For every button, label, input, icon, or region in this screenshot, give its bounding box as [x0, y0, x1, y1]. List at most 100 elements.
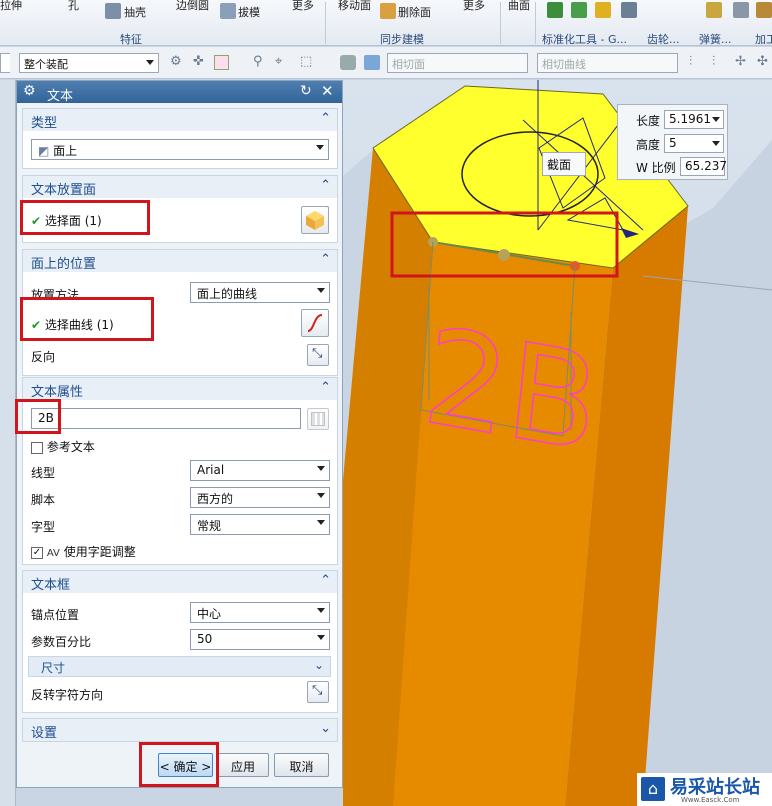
gear-icon[interactable]: ⚙ [23, 83, 36, 99]
style-label: 字型 [31, 520, 56, 534]
settings-header[interactable]: 设置 ⌄ [23, 719, 337, 741]
chevron-up-icon: ⌃ [320, 573, 331, 588]
ok-button[interactable]: < 确定 > [158, 753, 213, 777]
position-header[interactable]: 面上的位置 ⌃ [23, 250, 337, 272]
std-tool-icon[interactable] [547, 2, 563, 18]
ribbon-delete-face[interactable]: 删除面 [398, 4, 431, 20]
check-icon: ✔ [31, 214, 42, 228]
ribbon-more-2[interactable]: 更多 [463, 0, 485, 13]
shell-icon[interactable] [105, 3, 121, 19]
anchor-dropdown[interactable]: 中心 [190, 602, 330, 623]
face-select-icon[interactable] [340, 55, 356, 70]
anchor-label: 锚点位置 [31, 608, 80, 622]
dimension-popup: 长度 5.1961 高度 5 W 比例 65.237 [617, 104, 728, 180]
line-type-dropdown[interactable]: Arial [190, 460, 330, 481]
wscale-field[interactable]: 65.237 [680, 157, 727, 176]
graphics-viewport[interactable]: 2B [83, 80, 772, 806]
kerning-checkbox[interactable]: ✓ [31, 546, 43, 559]
ribbon-hole[interactable]: 孔 [68, 0, 79, 13]
reverse-dir-label: 反转字符方向 [31, 688, 104, 702]
text-input[interactable]: 2B [31, 408, 301, 429]
snap-icon[interactable]: ✜ [193, 54, 204, 69]
size-subsection[interactable]: 尺寸 ⌄ [28, 656, 331, 677]
section-label[interactable]: 截面 [542, 152, 586, 176]
ribbon-move-face[interactable]: 移动面 [338, 0, 371, 13]
std-tool-icon[interactable] [621, 2, 637, 18]
type-section: 类型 ⌃ ◩ 面上 [22, 108, 338, 169]
line-type-label: 线型 [31, 466, 56, 480]
ribbon-shell[interactable]: 抽壳 [124, 4, 146, 20]
std-tool-icon[interactable] [595, 2, 611, 18]
script-dropdown[interactable]: 西方的 [190, 487, 330, 508]
group-feature: 特征 [120, 33, 142, 46]
delete-face-icon[interactable] [380, 3, 396, 19]
curve-select-button[interactable] [301, 309, 329, 337]
chevron-down-icon [317, 493, 325, 498]
settings-title: 设置 [31, 726, 58, 741]
snap-icon[interactable]: ⌖ [275, 54, 282, 69]
close-icon[interactable]: ✕ [321, 82, 334, 100]
snap-point-icon[interactable]: ✢ [735, 54, 746, 69]
ref-text-row[interactable]: 参考文本 [31, 438, 95, 455]
assembly-filter-combo[interactable]: 整个装配 [19, 53, 159, 73]
chevron-down-icon [317, 288, 325, 293]
type-filter-combo[interactable] [0, 53, 10, 73]
snap-point-icon[interactable]: ✣ [757, 54, 768, 69]
text-frame-section: 文本框 ⌃ 锚点位置 中心 参数百分比 50 尺寸 ⌄ 反转字符方向 ⤡ [22, 570, 338, 713]
length-field[interactable]: 5.1961 [664, 110, 724, 129]
chevron-up-icon: ⌃ [320, 111, 331, 126]
reverse-button[interactable]: ⤡ [307, 344, 329, 366]
machining-icon[interactable] [756, 2, 772, 18]
type-section-header[interactable]: 类型 ⌃ [23, 109, 337, 131]
style-dropdown[interactable]: 常规 [190, 514, 330, 535]
chevron-down-icon [317, 635, 325, 640]
type-dropdown[interactable]: ◩ 面上 [31, 139, 329, 160]
text-frame-header[interactable]: 文本框 ⌃ [23, 571, 337, 593]
dialog-titlebar[interactable]: ⚙ 文本 ↻ ✕ [17, 81, 342, 104]
ribbon-surface[interactable]: 曲面 [508, 0, 530, 13]
std-tool-icon[interactable] [571, 2, 587, 18]
reverse-direction-icon: ⤡ [312, 683, 323, 698]
curve-rule-combo[interactable]: 相切曲线 [537, 53, 678, 73]
method-dropdown[interactable]: 面上的曲线 [190, 282, 330, 303]
style-value: 常规 [197, 519, 222, 533]
ribbon-extrude[interactable]: 拉伸 [0, 0, 22, 13]
reset-icon[interactable]: ↻ [300, 83, 312, 99]
reverse-dir-button[interactable]: ⤡ [307, 681, 329, 703]
kerning-row[interactable]: ✓ AV 使用字距调整 [31, 543, 136, 560]
snap-point-icon[interactable]: ⫶ [689, 54, 692, 69]
face-select-button[interactable] [301, 206, 329, 234]
symbol-button[interactable] [307, 408, 329, 430]
selection-toolbar: 整个装配 ⚙ ✜ ⚲ ⌖ ⬚ 相切面 相切曲线 ⫶ ⫶ ✢ ✣ [0, 47, 772, 79]
select-curve-row[interactable]: ✔ 选择曲线 (1) [31, 316, 114, 333]
text-properties-header[interactable]: 文本属性 ⌃ [23, 378, 337, 400]
edge-handle[interactable] [498, 249, 510, 261]
spring-icon[interactable] [706, 2, 722, 18]
watermark: ⌂ 易采站长站 Www.Easck.Com [637, 773, 772, 806]
group-gear: 齿轮... [647, 33, 680, 46]
ribbon-more-1[interactable]: 更多 [292, 0, 314, 13]
percent-field[interactable]: 50 [190, 629, 330, 650]
select-face-row[interactable]: ✔ 选择面 (1) [31, 212, 102, 229]
select-filter-icon[interactable] [214, 55, 229, 70]
text-dialog: ⚙ 文本 ↻ ✕ 类型 ⌃ ◩ 面上 文本放置面 ⌃ ✔ 选择面 (1) 面上的位置… [15, 80, 343, 788]
cancel-button[interactable]: 取消 [274, 753, 329, 777]
placement-face-section: 文本放置面 ⌃ ✔ 选择面 (1) [22, 175, 338, 243]
height-value: 5 [669, 136, 677, 150]
rect-select-icon[interactable]: ⬚ [300, 54, 312, 69]
ribbon-edge-blend[interactable]: 边倒圆 [176, 0, 209, 13]
snap-icon[interactable]: ⚙ [170, 54, 182, 69]
ref-text-checkbox[interactable] [31, 441, 43, 454]
height-field[interactable]: 5 [664, 134, 724, 153]
ribbon-draft[interactable]: 拔模 [238, 4, 260, 20]
body-select-icon[interactable] [364, 55, 380, 70]
draft-icon[interactable] [220, 3, 236, 19]
snap-point-icon[interactable]: ⫶ [712, 54, 715, 69]
resource-bar [0, 80, 16, 806]
tool-icon[interactable] [733, 2, 749, 18]
snap-icon[interactable]: ⚲ [253, 54, 263, 69]
group-machining: 加工 [755, 33, 772, 46]
placement-face-header[interactable]: 文本放置面 ⌃ [23, 176, 337, 198]
apply-button[interactable]: 应用 [217, 753, 269, 777]
face-rule-combo[interactable]: 相切面 [387, 53, 528, 73]
